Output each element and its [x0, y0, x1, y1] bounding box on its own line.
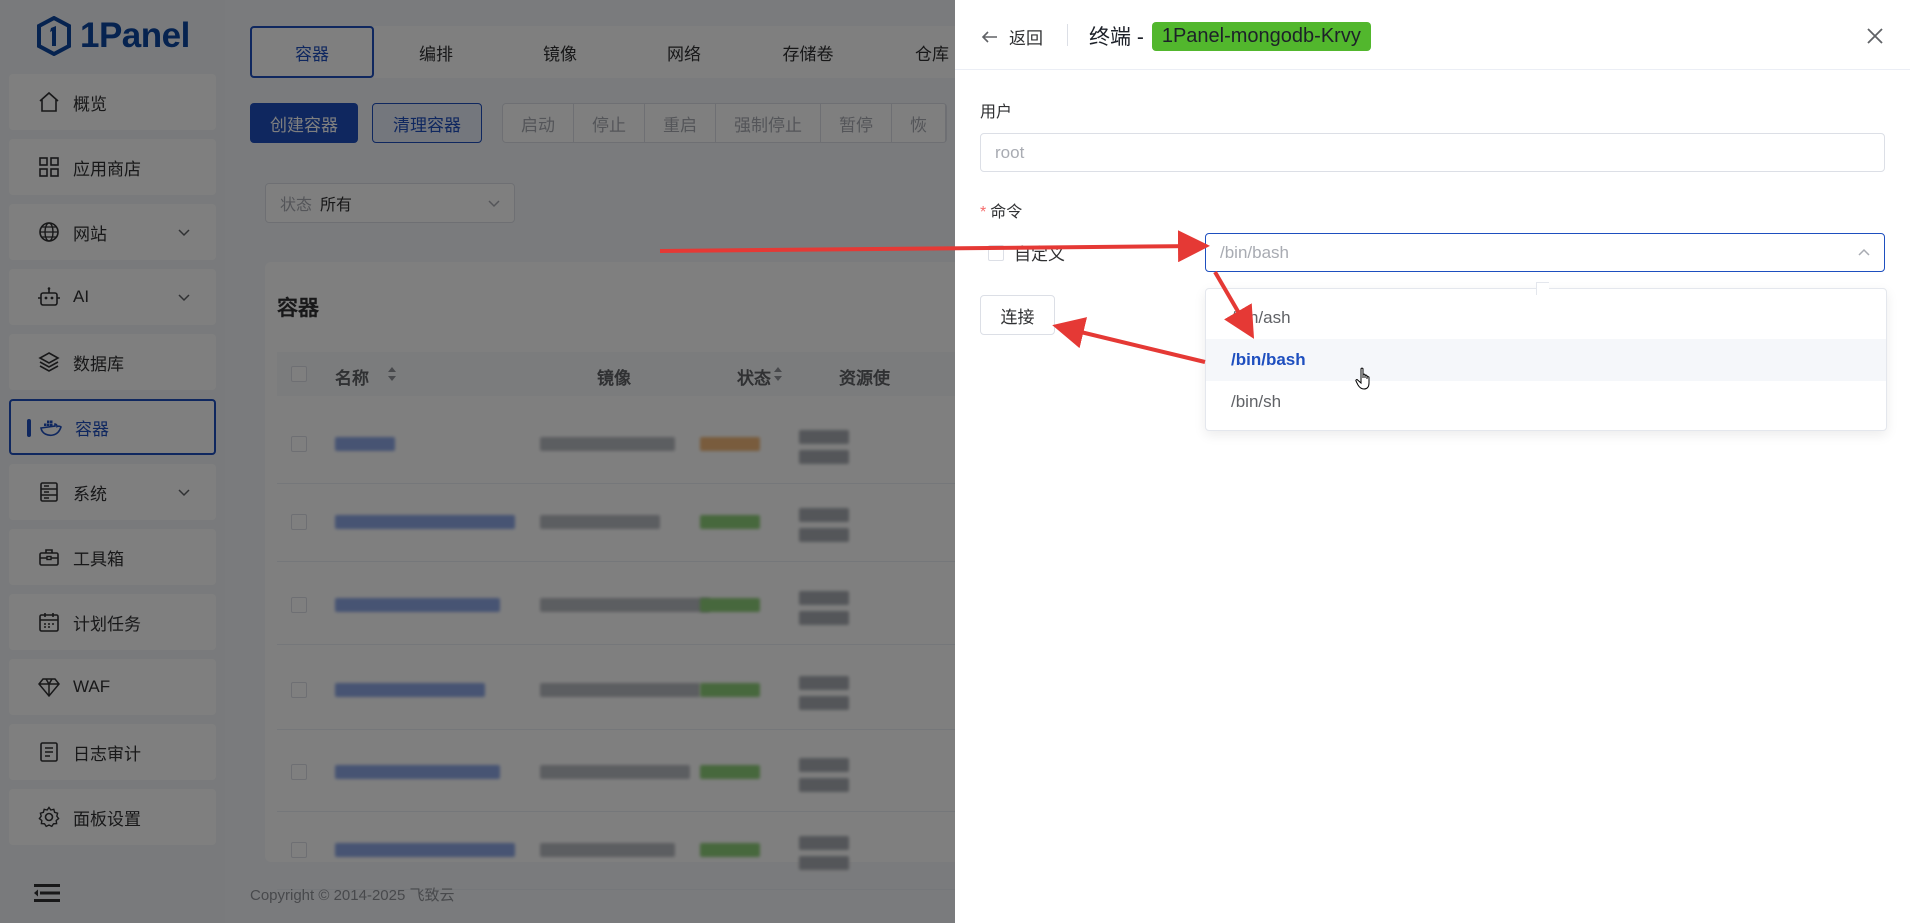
custom-label: 自定义 [1014, 245, 1065, 264]
chevron-up-icon [1858, 248, 1870, 256]
terminal-drawer: 返回 终端 - 1Panel-mongodb-Krvy 用户 root * 命令 … [955, 0, 1910, 923]
command-option[interactable]: /bin/ash [1206, 297, 1886, 339]
hand-cursor-icon [1355, 367, 1370, 390]
user-input-placeholder: root [995, 142, 1025, 162]
header-divider [1067, 24, 1068, 46]
back-label: 返回 [1009, 29, 1043, 48]
user-label: 用户 [980, 104, 1013, 121]
drawer-header: 返回 终端 - 1Panel-mongodb-Krvy [955, 0, 1910, 70]
title-prefix: 终端 - [1089, 26, 1144, 49]
command-option[interactable]: /bin/sh [1206, 381, 1886, 423]
required-mark: * [980, 204, 987, 221]
container-name-tag: 1Panel-mongodb-Krvy [1151, 21, 1371, 51]
back-button[interactable]: 返回 [981, 24, 1043, 49]
arrow-left-icon [981, 30, 997, 43]
checkbox-box[interactable] [988, 244, 1004, 261]
command-dropdown: /bin/ash/bin/bash/bin/sh [1205, 282, 1887, 431]
command-option[interactable]: /bin/bash [1206, 339, 1886, 381]
command-select-value: /bin/bash [1220, 242, 1289, 262]
connect-button[interactable]: 连接 [980, 295, 1055, 335]
command-label-text: 命令 [990, 204, 1023, 221]
command-label: * 命令 [980, 198, 1022, 222]
user-input[interactable]: root [980, 133, 1885, 172]
drawer-title: 终端 - 1Panel-mongodb-Krvy [1089, 21, 1371, 51]
close-icon[interactable] [1865, 26, 1885, 46]
custom-command-checkbox[interactable]: 自定义 [980, 233, 1202, 272]
command-select[interactable]: /bin/bash [1205, 233, 1885, 272]
